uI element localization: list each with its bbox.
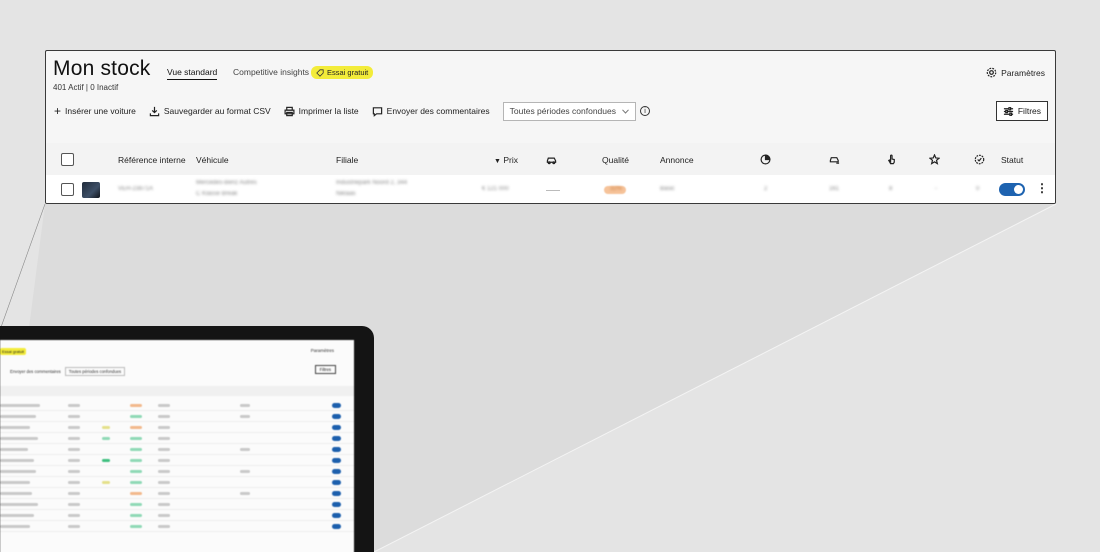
laptop-mockup: Essai gratuit Paramètres Envoyer des com… xyxy=(0,326,374,552)
mockup-row xyxy=(0,466,354,477)
period-select-value: Toutes périodes confondues xyxy=(509,106,616,116)
active-inactive-count: 401 Actif | 0 Inactif xyxy=(53,83,119,92)
mockup-toolbar: Envoyer des commentaires Toutes périodes… xyxy=(0,366,354,376)
insert-car-button[interactable]: + Insérer une voiture xyxy=(54,104,136,118)
print-list-label: Imprimer la liste xyxy=(298,106,359,116)
vehicle-thumbnail xyxy=(82,182,100,198)
mockup-table-header xyxy=(0,386,354,396)
row-stat-2: 161 xyxy=(829,186,840,192)
download-icon xyxy=(149,106,160,116)
filters-label: Filtres xyxy=(1017,106,1041,116)
col-branch[interactable]: Filiale xyxy=(336,155,358,165)
settings-label: Paramètres xyxy=(1001,67,1045,78)
sort-desc-icon: ▼ xyxy=(494,158,501,165)
mockup-row xyxy=(0,444,354,455)
mockup-row xyxy=(0,455,354,466)
col-reference[interactable]: Référence interne xyxy=(118,155,186,165)
send-feedback-button[interactable]: Envoyer des commentaires xyxy=(372,106,490,117)
car-exchange-icon[interactable] xyxy=(546,154,557,165)
settings-button[interactable]: Paramètres xyxy=(986,67,1045,78)
info-icon[interactable]: i xyxy=(639,106,650,116)
mockup-feedback: Envoyer des commentaires xyxy=(10,368,61,374)
table-header: Référence interne Véhicule Filiale ▼ Pri… xyxy=(46,143,1055,175)
col-vehicle[interactable]: Véhicule xyxy=(196,155,229,165)
toolbar: + Insérer une voiture Sauvegarder au for… xyxy=(54,101,650,121)
mockup-row xyxy=(0,433,354,444)
mockup-row xyxy=(0,510,354,521)
period-select[interactable]: Toutes périodes confondues xyxy=(502,101,636,121)
gear-icon xyxy=(986,67,997,78)
pie-chart-icon[interactable] xyxy=(760,154,771,165)
col-price[interactable]: ▼ Prix xyxy=(494,155,518,165)
row-stat-3: 8 xyxy=(889,186,893,192)
stock-panel: Mon stock Vue standard Competitive insig… xyxy=(45,50,1056,204)
row-stat-5: 0 xyxy=(976,186,980,192)
tab-vue-standard[interactable]: Vue standard xyxy=(167,67,218,80)
status-toggle[interactable] xyxy=(999,183,1025,196)
send-feedback-label: Envoyer des commentaires xyxy=(386,106,490,116)
save-csv-label: Sauvegarder au format CSV xyxy=(163,106,271,116)
col-quality[interactable]: Qualité xyxy=(602,155,629,165)
mockup-row xyxy=(0,477,354,488)
star-icon[interactable] xyxy=(929,154,940,165)
mockup-settings: Paramètres xyxy=(310,348,334,353)
row-quality: 32% xyxy=(610,186,623,192)
mockup-row xyxy=(0,499,354,510)
printer-icon xyxy=(284,106,295,116)
table-row[interactable]: VEH-23871A Mercedes-Benz Autres C Klasse… xyxy=(46,175,1055,203)
row-reference: VEH-23871A xyxy=(118,186,154,192)
col-price-label: Prix xyxy=(503,155,518,165)
row-vehicle-sub: C Klasse Break xyxy=(196,191,238,197)
tag-icon xyxy=(316,68,324,77)
row-dash xyxy=(546,190,560,191)
mockup-row xyxy=(0,488,354,499)
mockup-row xyxy=(0,411,354,422)
trial-badge: Essai gratuit xyxy=(311,66,374,79)
chevron-down-icon xyxy=(622,108,629,114)
mockup-filters: Filtres xyxy=(314,365,336,374)
row-stat-1: 2 xyxy=(764,186,768,192)
more-actions-icon[interactable]: ⋮ xyxy=(1036,181,1048,195)
row-listing: Basic xyxy=(660,186,675,192)
mockup-row xyxy=(0,422,354,433)
mockup-row xyxy=(0,400,354,411)
tab-competitive-insights[interactable]: Competitive insights xyxy=(233,67,309,77)
comment-icon xyxy=(372,106,382,117)
row-branch-sub: Niklaas xyxy=(336,191,356,197)
row-price: € 121 000 xyxy=(482,186,509,192)
col-listing[interactable]: Annonce xyxy=(660,155,694,165)
plus-icon: + xyxy=(54,104,62,118)
row-vehicle: Mercedes-Benz Autres xyxy=(196,180,257,186)
mockup-period-select: Toutes périodes confondues xyxy=(64,366,126,376)
col-status[interactable]: Statut xyxy=(1001,155,1023,165)
row-branch: Industriepark Noord 2, 344 xyxy=(336,180,408,186)
save-csv-button[interactable]: Sauvegarder au format CSV xyxy=(149,106,271,117)
insert-car-label: Insérer une voiture xyxy=(65,106,136,116)
badge-check-icon[interactable] xyxy=(974,154,985,165)
laptop-screen: Essai gratuit Paramètres Envoyer des com… xyxy=(0,340,354,552)
print-list-button[interactable]: Imprimer la liste xyxy=(284,106,359,117)
row-stat-4: - xyxy=(935,186,937,192)
trial-badge-label: Essai gratuit xyxy=(327,68,369,77)
sliders-icon xyxy=(1003,106,1013,116)
pointer-hand-icon[interactable] xyxy=(886,154,897,165)
car-view-icon[interactable] xyxy=(829,154,840,165)
mockup-trial-badge: Essai gratuit xyxy=(0,348,27,355)
page-title: Mon stock xyxy=(53,57,151,80)
mockup-row xyxy=(0,521,354,532)
filters-button[interactable]: Filtres xyxy=(995,101,1048,121)
mockup-rows xyxy=(0,400,354,532)
row-checkbox[interactable] xyxy=(61,183,74,196)
select-all-checkbox[interactable] xyxy=(61,153,74,166)
